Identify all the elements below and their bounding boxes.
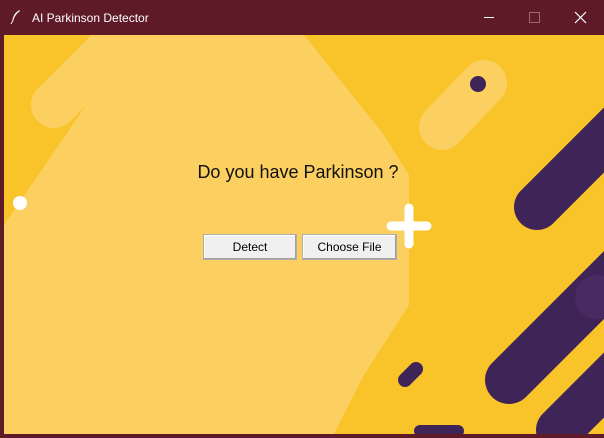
window-bottom-border [0,434,604,438]
maximize-icon [529,12,540,23]
minimize-button[interactable] [466,0,512,35]
purple-small-stripe [398,362,423,387]
window-title: AI Parkinson Detector [32,11,149,25]
light-stripe-2 [181,35,257,98]
purple-stripe-1 [514,107,604,230]
maximize-button[interactable] [512,0,558,35]
title-bar[interactable]: AI Parkinson Detector [0,0,604,35]
detect-button[interactable]: Detect [203,234,297,260]
white-dot [13,196,27,210]
close-icon [574,11,587,24]
close-button[interactable] [558,0,604,35]
feather-icon [9,9,23,25]
purple-dot [470,76,486,92]
main-canvas: Do you have Parkinson ? Detect Choose Fi… [4,35,604,434]
app-window: AI Parkinson Detector Do you have Parkin… [0,0,604,438]
question-label: Do you have Parkinson ? [197,162,399,182]
purple-bottom-bar [414,425,464,434]
choose-file-button[interactable]: Choose File [302,234,397,260]
purple-stripe-3 [536,352,604,434]
minimize-icon [484,17,494,18]
